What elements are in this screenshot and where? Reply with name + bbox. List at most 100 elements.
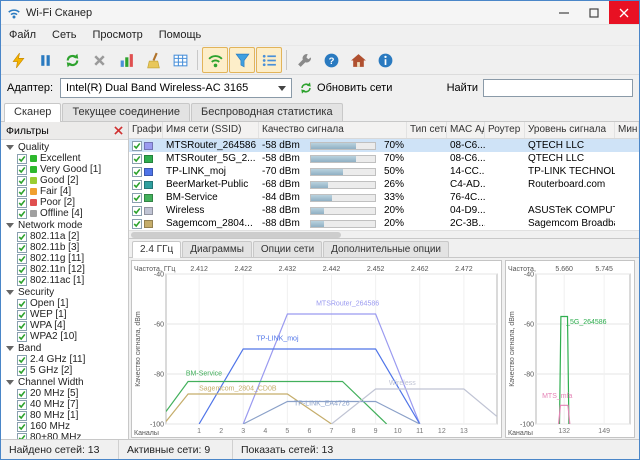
checkbox-checked-icon[interactable] (17, 355, 27, 365)
scrollbar-thumb[interactable] (131, 232, 341, 238)
table-row[interactable]: MTSRouter_5G_2...-58 dBm70%08-C6...QTECH… (129, 152, 639, 165)
filter-item[interactable]: Offline [4] (1, 208, 128, 219)
checkbox-checked-icon[interactable] (17, 366, 27, 376)
toolbar-clear-button[interactable] (140, 47, 166, 73)
filter-item[interactable]: Good [2] (1, 175, 128, 186)
checkbox-checked-icon[interactable] (17, 400, 27, 410)
search-input[interactable] (483, 79, 633, 97)
filter-group-4[interactable]: Channel Width (1, 376, 128, 388)
checkbox-checked-icon[interactable] (17, 389, 27, 399)
toolbar-refresh-button[interactable] (59, 47, 85, 73)
table-row[interactable]: MTSRouter_264586-58 dBm70%08-C6...QTECH … (129, 139, 639, 152)
filter-item[interactable]: 80 MHz [1] (1, 410, 128, 421)
checkbox-checked-icon[interactable] (132, 154, 142, 164)
checkbox-checked-icon[interactable] (132, 141, 142, 151)
filter-item[interactable]: 802.11a [2] (1, 231, 128, 242)
menu-item-2[interactable]: Просмотр (85, 27, 151, 43)
column-header-2[interactable]: Качество сигнала (259, 122, 407, 138)
filter-item[interactable]: 40 MHz [7] (1, 399, 128, 410)
filter-group-1[interactable]: Network mode (1, 219, 128, 231)
checkbox-checked-icon[interactable] (132, 206, 142, 216)
filter-item[interactable]: 802.11n [12] (1, 264, 128, 275)
checkbox-checked-icon[interactable] (17, 310, 27, 320)
table-row[interactable]: BeerMarket-Public-68 dBm26%C4-AD...Route… (129, 178, 639, 191)
filter-item[interactable]: Poor [2] (1, 197, 128, 208)
filter-item[interactable]: 20 MHz [5] (1, 388, 128, 399)
subtab-0[interactable]: 2.4 ГГц (132, 241, 181, 258)
checkbox-checked-icon[interactable] (17, 165, 27, 175)
table-row[interactable]: Wireless-88 dBm20%04-D9...ASUSTeK COMPUT… (129, 204, 639, 217)
close-button[interactable] (609, 1, 639, 24)
toolbar-home-button[interactable] (345, 47, 371, 73)
table-row[interactable]: BM-Service-84 dBm33%76-4C... (129, 191, 639, 204)
toolbar-stop-button[interactable] (86, 47, 112, 73)
filter-item[interactable]: Open [1] (1, 298, 128, 309)
menu-item-1[interactable]: Сеть (44, 27, 84, 43)
toolbar-help-button[interactable]: ? (318, 47, 344, 73)
column-header-6[interactable]: Уровень сигнала (525, 122, 615, 138)
refresh-networks-button[interactable]: Обновить сети (299, 81, 392, 95)
checkbox-checked-icon[interactable] (132, 180, 142, 190)
column-header-4[interactable]: MAC Адрес (447, 122, 485, 138)
filter-group-3[interactable]: Band (1, 342, 128, 354)
column-header-5[interactable]: Роутер (485, 122, 525, 138)
subtab-3[interactable]: Дополнительные опции (323, 241, 449, 257)
checkbox-checked-icon[interactable] (132, 167, 142, 177)
menu-item-0[interactable]: Файл (1, 27, 44, 43)
checkbox-checked-icon[interactable] (17, 209, 27, 219)
filter-item[interactable]: 802.11b [3] (1, 242, 128, 253)
toolbar-details-button[interactable] (256, 47, 282, 73)
column-header-0[interactable]: График (129, 122, 163, 138)
adapter-select[interactable]: Intel(R) Dual Band Wireless-AC 3165 (60, 78, 292, 98)
column-header-7[interactable]: Мин (615, 122, 639, 138)
filter-item[interactable]: WPA [4] (1, 320, 128, 331)
checkbox-checked-icon[interactable] (17, 321, 27, 331)
checkbox-checked-icon[interactable] (17, 187, 27, 197)
toolbar-pause-button[interactable] (32, 47, 58, 73)
checkbox-checked-icon[interactable] (17, 154, 27, 164)
filter-item[interactable]: WPA2 [10] (1, 331, 128, 342)
tab-1[interactable]: Текущее соединение (62, 103, 190, 121)
toolbar-charts-button[interactable] (113, 47, 139, 73)
horizontal-scrollbar[interactable] (129, 230, 639, 239)
toolbar-scan-button[interactable] (5, 47, 31, 73)
checkbox-checked-icon[interactable] (17, 198, 27, 208)
column-header-3[interactable]: Тип сети (407, 122, 447, 138)
checkbox-checked-icon[interactable] (17, 422, 27, 432)
checkbox-checked-icon[interactable] (17, 265, 27, 275)
table-row[interactable]: Sagemcom_2804...-88 dBm20%2C-3B...Sagemc… (129, 217, 639, 230)
filter-item[interactable]: 2.4 GHz [11] (1, 354, 128, 365)
subtab-1[interactable]: Диаграммы (182, 241, 252, 257)
filter-item[interactable]: Very Good [1] (1, 164, 128, 175)
checkbox-checked-icon[interactable] (17, 232, 27, 242)
filter-item[interactable]: Excellent (1, 153, 128, 164)
filter-item[interactable]: 802.11ac [1] (1, 275, 128, 286)
filter-item[interactable]: WEP [1] (1, 309, 128, 320)
checkbox-checked-icon[interactable] (132, 193, 142, 203)
subtab-2[interactable]: Опции сети (253, 241, 322, 257)
checkbox-checked-icon[interactable] (17, 176, 27, 186)
minimize-button[interactable] (549, 1, 579, 24)
checkbox-checked-icon[interactable] (17, 254, 27, 264)
toolbar-wifi-view-button[interactable] (202, 47, 228, 73)
filter-item[interactable]: 160 MHz (1, 421, 128, 432)
toolbar-table-view-button[interactable] (167, 47, 193, 73)
filter-group-0[interactable]: Quality (1, 141, 128, 153)
close-filters-button[interactable] (114, 126, 123, 135)
filter-item[interactable]: Fair [4] (1, 186, 128, 197)
checkbox-checked-icon[interactable] (132, 219, 142, 229)
toolbar-settings-button[interactable] (291, 47, 317, 73)
checkbox-checked-icon[interactable] (17, 243, 27, 253)
filter-item[interactable]: 80+80 MHz (1, 432, 128, 439)
filter-group-2[interactable]: Security (1, 286, 128, 298)
checkbox-checked-icon[interactable] (17, 411, 27, 421)
table-row[interactable]: TP-LINK_moj-70 dBm50%14-CC...TP-LINK TEC… (129, 165, 639, 178)
filter-item[interactable]: 802.11g [11] (1, 253, 128, 264)
column-header-1[interactable]: Имя сети (SSID) (163, 122, 259, 138)
checkbox-checked-icon[interactable] (17, 299, 27, 309)
tab-2[interactable]: Беспроводная статистика (191, 103, 343, 121)
maximize-button[interactable] (579, 1, 609, 24)
toolbar-about-button[interactable] (372, 47, 398, 73)
checkbox-checked-icon[interactable] (17, 332, 27, 342)
checkbox-checked-icon[interactable] (17, 276, 27, 286)
